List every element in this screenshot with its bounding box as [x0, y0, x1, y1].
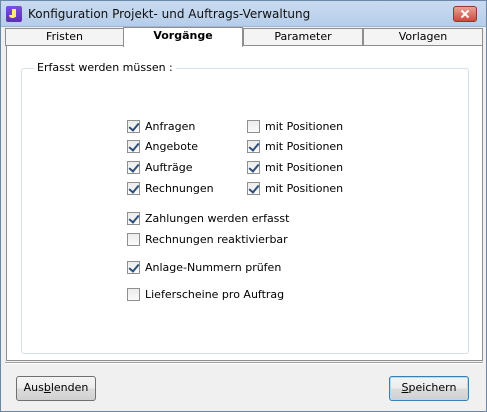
tab-vorgaenge[interactable]: Vorgänge [123, 27, 243, 47]
button-label-part: peichern [408, 381, 457, 394]
checkbox-auftraege[interactable]: Aufträge [127, 159, 193, 175]
checkbox-rechnungen[interactable]: Rechnungen [127, 180, 214, 196]
tab-strip: Fristen Vorgänge Parameter Vorlagen [5, 27, 483, 47]
checkbox-box[interactable] [127, 232, 140, 246]
checkbox-anfragen[interactable]: Anfragen [127, 118, 195, 134]
checkbox-angebote[interactable]: Angebote [127, 138, 198, 154]
checkbox-box[interactable] [127, 139, 140, 153]
tab-parameter[interactable]: Parameter [243, 28, 363, 46]
close-icon[interactable] [453, 6, 477, 22]
checkbox-rechnungen-positionen[interactable]: mit Positionen [247, 180, 343, 196]
config-window: Konfiguration Projekt- und Auftrags-Verw… [0, 0, 487, 412]
checkbox-label: Rechnungen [145, 181, 214, 195]
app-icon [6, 6, 22, 22]
checkbox-box[interactable] [247, 139, 260, 153]
checkbox-label: mit Positionen [265, 139, 344, 153]
checkbox-box[interactable] [247, 181, 260, 195]
tab-vorlagen[interactable]: Vorlagen [363, 28, 483, 46]
button-label-part: lenden [50, 381, 89, 394]
checkbox-box[interactable] [127, 181, 140, 195]
button-label-part: Aus [23, 381, 44, 394]
accelerator-key: b [43, 381, 51, 394]
checkbox-label: Aufträge [145, 160, 193, 174]
checkbox-zahlungen[interactable]: Zahlungen werden erfasst [127, 210, 289, 226]
title-bar[interactable]: Konfiguration Projekt- und Auftrags-Verw… [1, 1, 486, 27]
hide-button[interactable]: Ausblenden [16, 376, 96, 401]
tab-fristen[interactable]: Fristen [5, 28, 124, 46]
checkbox-lieferscheine[interactable]: Lieferscheine pro Auftrag [127, 286, 284, 302]
checkbox-auftraege-positionen[interactable]: mit Positionen [247, 159, 343, 175]
checkbox-label: Angebote [145, 139, 199, 153]
checkbox-box[interactable] [127, 119, 140, 133]
checkbox-label: Anfragen [145, 119, 196, 133]
checkbox-rechnungen-reaktivierbar[interactable]: Rechnungen reaktivierbar [127, 231, 288, 247]
checkbox-box[interactable] [127, 160, 140, 174]
checkbox-box[interactable] [127, 260, 140, 274]
checkbox-box[interactable] [127, 287, 140, 301]
save-button[interactable]: Speichern [389, 376, 469, 401]
checkbox-box[interactable] [247, 119, 260, 133]
checkbox-anlage-nummern[interactable]: Anlage-Nummern prüfen [127, 259, 281, 275]
tab-panel: Erfasst werden müssen : Anfragen Angebot… [6, 45, 483, 361]
checkbox-anfragen-positionen[interactable]: mit Positionen [247, 118, 343, 134]
checkbox-label: mit Positionen [265, 119, 344, 133]
accelerator-key: S [401, 381, 409, 394]
checkbox-label: mit Positionen [265, 160, 344, 174]
checkbox-label: mit Positionen [265, 181, 344, 195]
window-title: Konfiguration Projekt- und Auftrags-Verw… [28, 7, 311, 21]
checkbox-label: Lieferscheine pro Auftrag [145, 287, 285, 301]
checkbox-label: Anlage-Nummern prüfen [145, 260, 282, 274]
checkbox-label: Rechnungen reaktivierbar [145, 232, 288, 246]
checkbox-box[interactable] [247, 160, 260, 174]
checkbox-label: Zahlungen werden erfasst [145, 211, 290, 225]
footer-separator [5, 362, 483, 364]
checkbox-box[interactable] [127, 211, 140, 225]
checkbox-angebote-positionen[interactable]: mit Positionen [247, 138, 343, 154]
group-label: Erfasst werden müssen : [34, 61, 176, 74]
